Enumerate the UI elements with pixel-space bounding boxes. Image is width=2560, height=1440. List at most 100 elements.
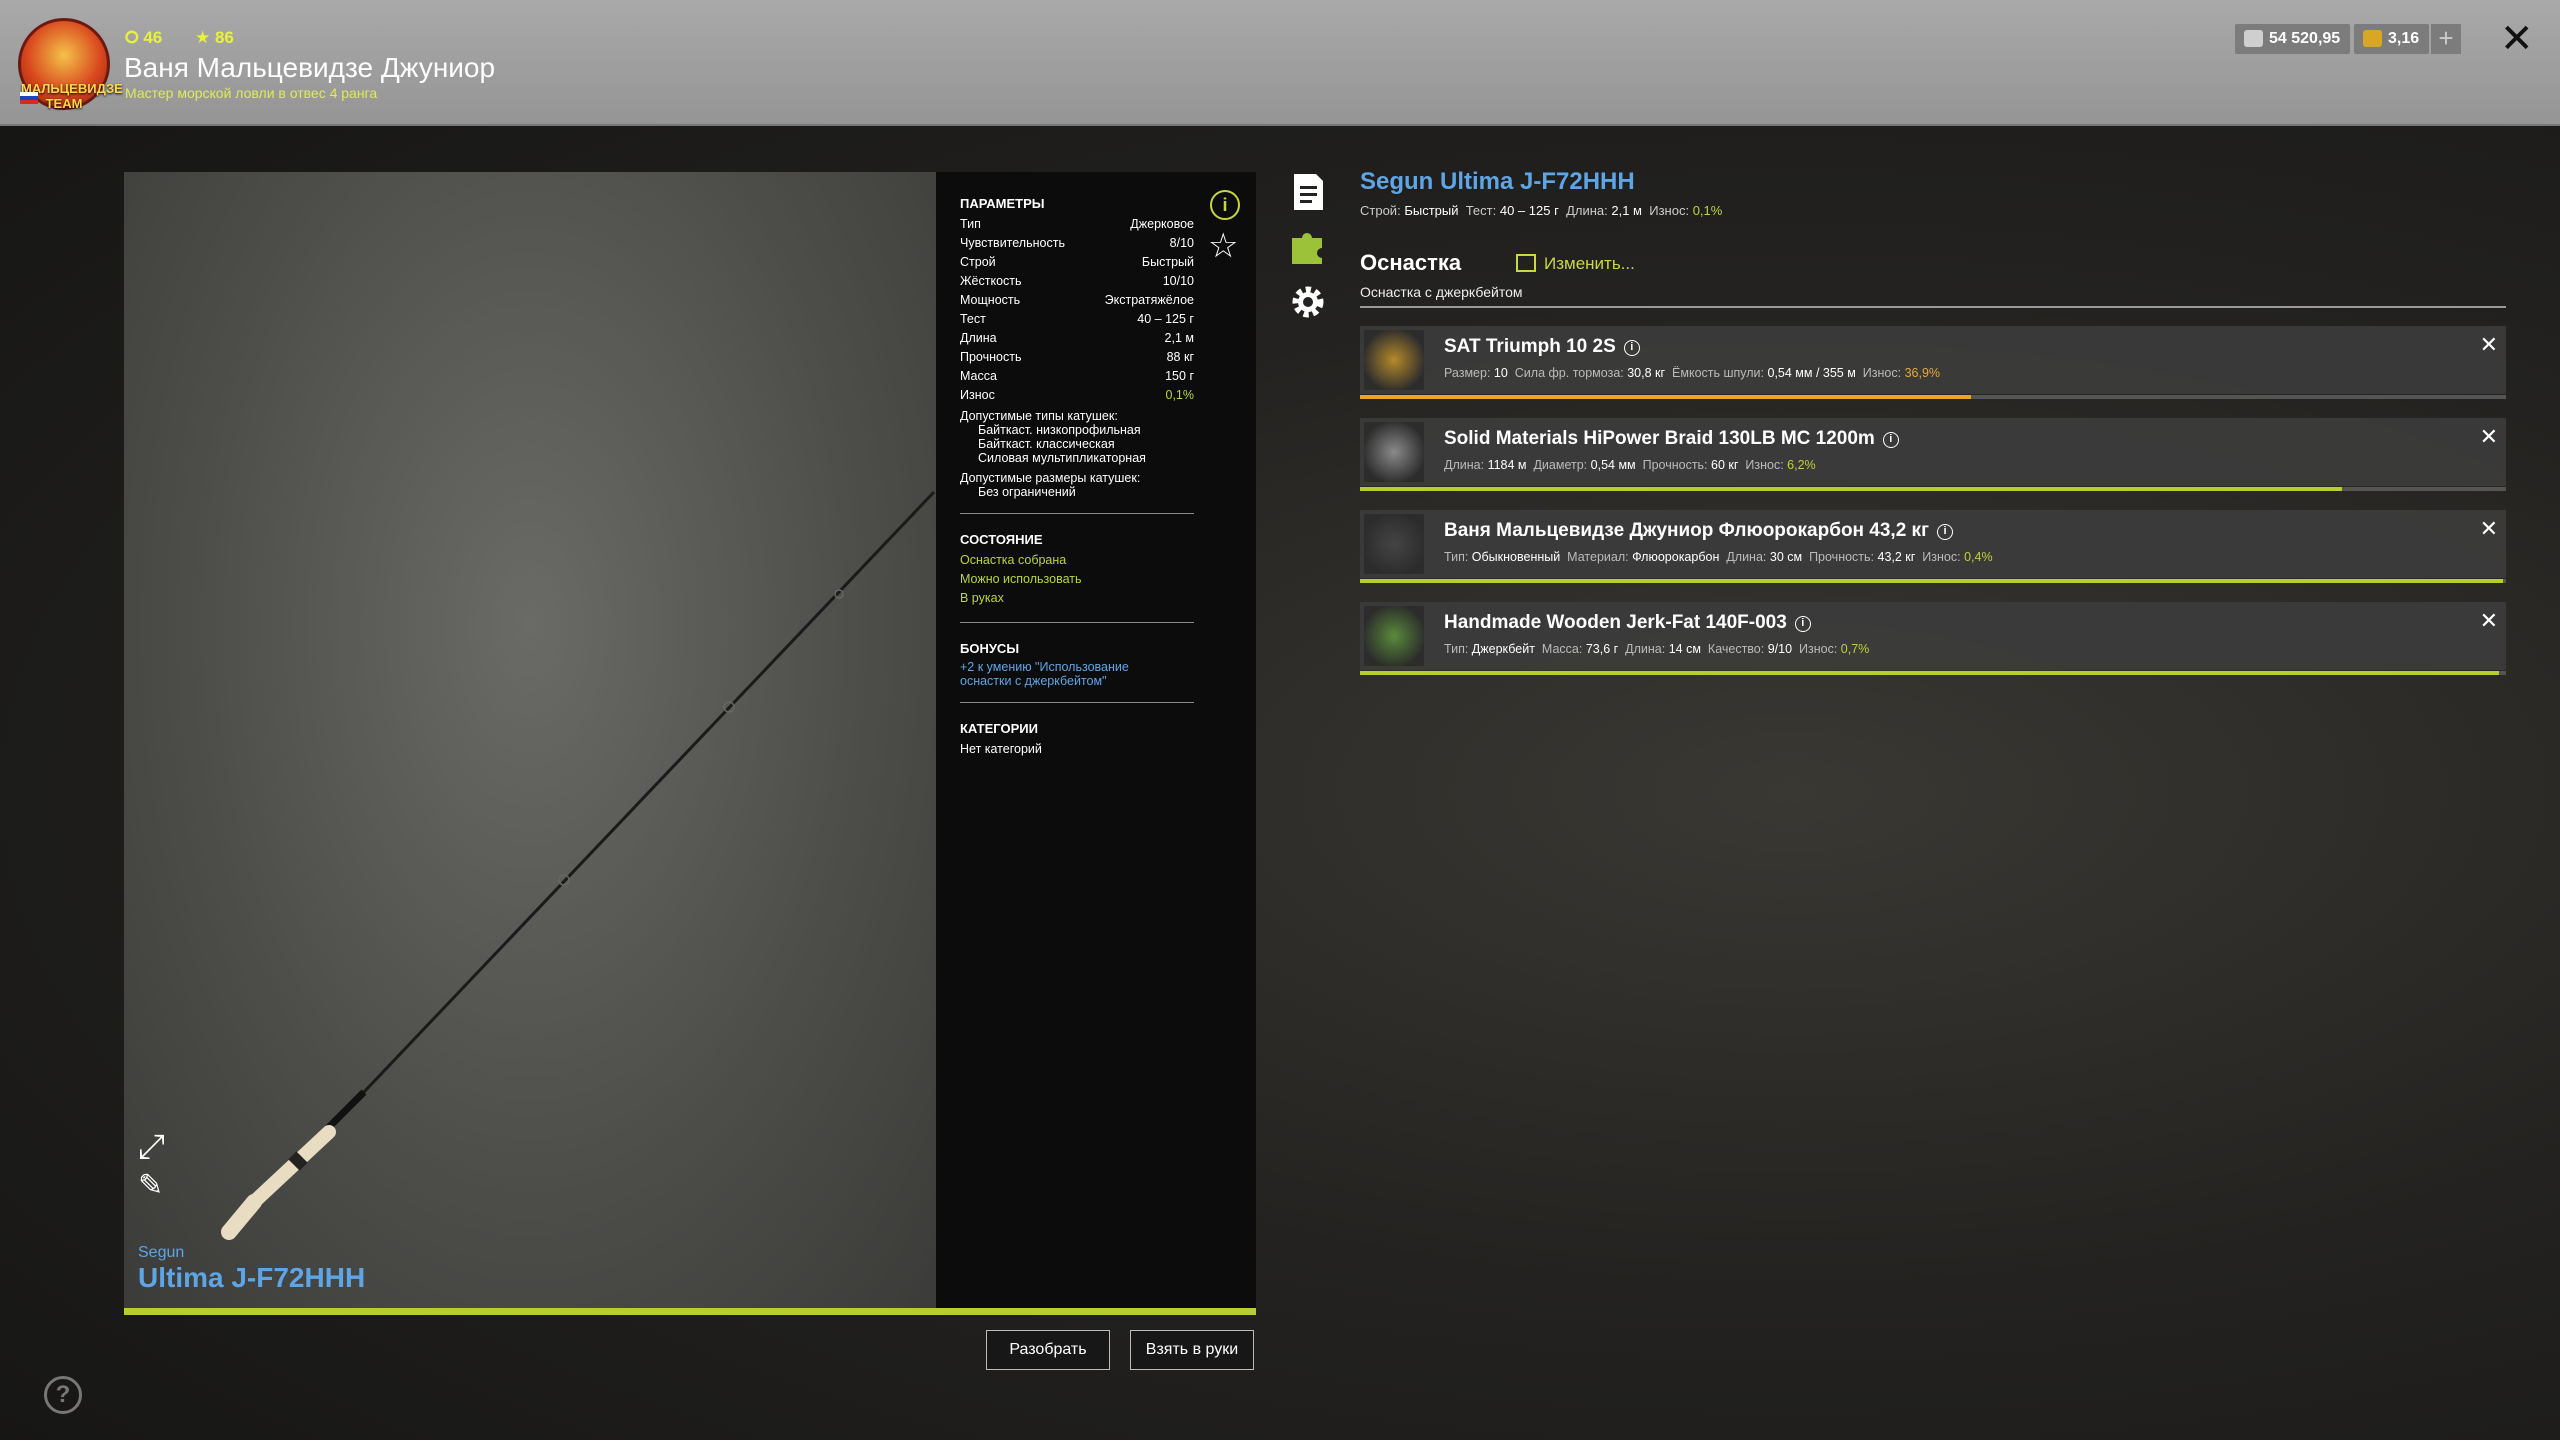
help-icon[interactable]: ?: [44, 1376, 82, 1414]
spec-label: Износ:: [1649, 203, 1690, 218]
spec-label: Масса:: [1541, 642, 1583, 656]
puzzle-icon[interactable]: [1290, 226, 1326, 266]
remove-icon[interactable]: ✕: [2480, 424, 2498, 450]
param-row: Чувствительность 8/10: [960, 234, 1194, 253]
param-value: Джерковое: [1130, 217, 1194, 231]
param-value: 150 г: [1165, 369, 1194, 383]
spec-label: Износ:: [1745, 458, 1784, 472]
item-name-text: Ваня Мальцевидзе Джуниор Флюорокарбон 43…: [1444, 520, 1929, 541]
state-item: Можно использовать: [960, 572, 1082, 586]
item-info-icon[interactable]: i: [1882, 432, 1899, 448]
spec-label: Износ:: [1799, 642, 1838, 656]
bonus-line: +2 к умению "Использование: [960, 660, 1129, 674]
gold-value: 3,16: [2388, 30, 2420, 47]
rig-item[interactable]: SAT Triumph 10 2S i Размер: 10 Сила фр. то…: [1360, 326, 2506, 399]
condition-fill: [1360, 671, 2500, 675]
item-info-icon[interactable]: i: [1623, 340, 1640, 356]
categories-header: КАТЕГОРИИ: [960, 721, 1038, 736]
bonuses-header: БОНУСЫ: [960, 641, 1020, 656]
divider: [960, 702, 1194, 703]
item-info-icon[interactable]: i: [1936, 524, 1953, 540]
spec-label: Прочность:: [1642, 458, 1708, 472]
item-specs: Тип: Джеркбейт Масса: 73,6 г Длина: 14 с…: [1444, 642, 1873, 656]
spec-label: Длина:: [1444, 458, 1485, 472]
rig-item[interactable]: Handmade Wooden Jerk-Fat 140F-003 i Тип: Д…: [1360, 602, 2506, 675]
top-bar: MAЛЬЦЕВИДЗЕ TEAM ⭘ 46 ★ 86 Ваня Мальцеви…: [0, 0, 2560, 126]
close-icon[interactable]: ✕: [2500, 16, 2534, 62]
param-label: Износ: [960, 388, 995, 402]
param-value: 10/10: [1162, 274, 1194, 288]
reel-type: Байткаст. низкопрофильная: [978, 423, 1141, 437]
gold-coin-icon: [2363, 30, 2382, 47]
star-icon[interactable]: ☆: [1208, 226, 1238, 266]
brush-icon[interactable]: ✎: [138, 1168, 163, 1203]
condition-fill: [1360, 579, 2503, 583]
param-row: Жёсткость 10/10: [960, 272, 1194, 291]
info-icon[interactable]: i: [1210, 190, 1240, 220]
spec-value: 43,2 кг: [1877, 550, 1916, 564]
item-name: SAT Triumph 10 2S i: [1444, 336, 1640, 358]
add-currency-button[interactable]: +: [2431, 24, 2461, 54]
divider: [960, 622, 1194, 623]
param-row: Масса 150 г: [960, 367, 1194, 386]
item-info-icon[interactable]: i: [1794, 616, 1811, 632]
condition-track: [1360, 487, 2506, 491]
spec-label: Тест:: [1465, 203, 1497, 218]
country-flag: [20, 92, 38, 104]
spec-value: 6,2%: [1787, 458, 1816, 472]
lure-thumbnail: [1364, 606, 1424, 666]
rod-viewer[interactable]: ⤢ ✎ Segun Ultima J-F72HHH: [124, 172, 936, 1308]
divider: [1360, 306, 2506, 308]
spec-label: Длина:: [1625, 642, 1666, 656]
param-label: Тест: [960, 312, 986, 326]
condition-fill: [1360, 395, 1971, 399]
reel-sizes-value: Без ограничений: [978, 485, 1076, 499]
condition-fill: [1360, 487, 2343, 491]
gear-icon[interactable]: [1290, 282, 1326, 322]
document-icon[interactable]: [1290, 172, 1326, 212]
leader-thumbnail: [1364, 514, 1424, 574]
spec-value: 0,1%: [1692, 203, 1723, 218]
silver-balance: 54 520,95: [2235, 24, 2351, 54]
spec-label: Диаметр:: [1533, 458, 1588, 472]
param-row: Мощность Экстратяжёлое: [960, 291, 1194, 310]
condition-bar: [124, 1308, 1256, 1315]
item-name: Solid Materials HiPower Braid 130LB MC 1…: [1444, 428, 1899, 450]
disassemble-button[interactable]: Разобрать: [986, 1330, 1110, 1370]
rod-title: Segun Ultima J-F72HHH: [1360, 168, 1635, 195]
item-specs: Длина: 1184 м Диаметр: 0,54 мм Прочность…: [1444, 458, 1819, 472]
condition-track: [1360, 395, 2506, 399]
rig-subtitle: Оснастка с джеркбейтом: [1360, 284, 1523, 300]
edit-rig-button[interactable]: Изменить...: [1516, 254, 1635, 274]
spec-value: Флюорокарбон: [1632, 550, 1720, 564]
param-value: Экстратяжёлое: [1104, 293, 1194, 307]
player-title: Мастер морской ловли в отвес 4 ранга: [125, 85, 378, 101]
reel-sizes-label: Допустимые размеры катушек:: [960, 471, 1141, 485]
rig-item[interactable]: Solid Materials HiPower Braid 130LB MC 1…: [1360, 418, 2506, 491]
spec-value: 36,9%: [1904, 366, 1941, 380]
spec-label: Длина:: [1726, 550, 1767, 564]
expand-icon[interactable]: ⤢: [138, 1128, 165, 1167]
remove-icon[interactable]: ✕: [2480, 608, 2498, 634]
spec-value: 30,8 кг: [1627, 366, 1666, 380]
condition-track: [1360, 579, 2506, 583]
edit-icon: [1516, 254, 1536, 272]
param-value: 0,1%: [1165, 388, 1195, 402]
remove-icon[interactable]: ✕: [2480, 332, 2498, 358]
stars-value: 86: [214, 28, 234, 47]
rig-item[interactable]: Ваня Мальцевидзе Джуниор Флюорокарбон 43…: [1360, 510, 2506, 583]
spec-value: 73,6 г: [1585, 642, 1619, 656]
state-header: СОСТОЯНИЕ: [960, 532, 1043, 547]
line-thumbnail: [1364, 422, 1424, 482]
spec-label: Качество:: [1707, 642, 1765, 656]
param-value: Быстрый: [1141, 255, 1194, 269]
gold-balance: 3,16: [2354, 24, 2430, 54]
reel-types-label: Допустимые типы катушек:: [960, 409, 1118, 423]
remove-icon[interactable]: ✕: [2480, 516, 2498, 542]
param-row: Строй Быстрый: [960, 253, 1194, 272]
take-in-hand-button[interactable]: Взять в руки: [1130, 1330, 1254, 1370]
param-label: Длина: [960, 331, 997, 345]
rod-model: Ultima J-F72HHH: [138, 1262, 366, 1293]
param-row: Длина 2,1 м: [960, 329, 1194, 348]
bonus-line: оснастки с джеркбейтом": [960, 674, 1107, 688]
